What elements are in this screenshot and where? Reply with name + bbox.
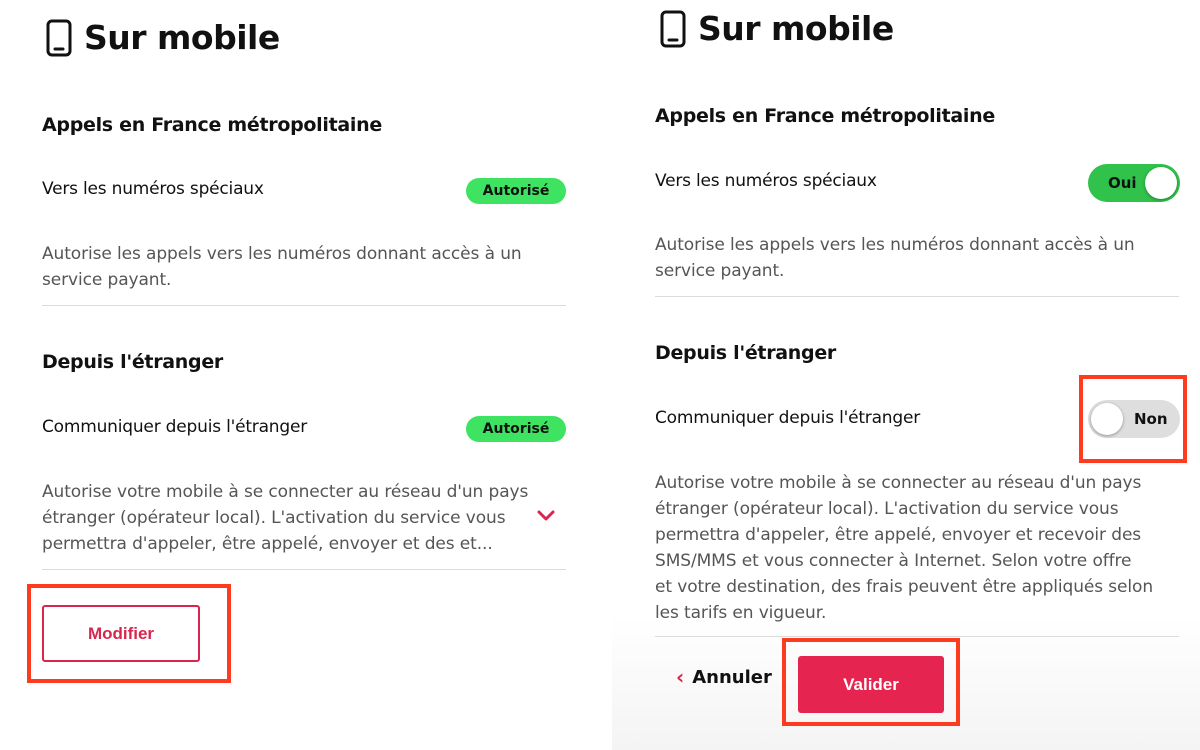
desc-line: permettra d'appeler, être appelé, envoye… [42,534,493,554]
chevron-left-icon: ‹ [676,665,685,689]
abroad-communication-status-badge: Autorisé [466,416,566,442]
title-row: Sur mobile [660,9,894,48]
desc-line: les tarifs en vigueur. [655,603,827,623]
special-numbers-toggle[interactable]: Oui [1088,164,1180,202]
divider [655,636,1179,637]
desc-line: permettra d'appeler, être appelé, envoye… [655,525,1142,545]
desc-line: étranger (opérateur local). L'activation… [655,499,1119,519]
page-title: Sur mobile [84,18,280,57]
toggle-label: Non [1134,410,1168,428]
modify-button[interactable]: Modifier [42,605,200,662]
desc-line: SMS/MMS et vous connecter à Internet. Se… [655,551,1132,571]
desc-line: Autorise les appels vers les numéros don… [42,244,522,264]
right-panel: Sur mobile Appels en France métropolitai… [612,0,1200,750]
desc-line: service payant. [42,270,172,290]
special-numbers-status-badge: Autorisé [466,178,566,204]
cancel-link-label: Annuler [692,666,772,688]
abroad-communication-toggle[interactable]: Non [1088,400,1180,438]
page-title: Sur mobile [698,9,894,48]
desc-line: service payant. [655,261,785,281]
mobile-phone-icon [660,10,686,47]
section-heading-abroad: Depuis l'étranger [42,351,223,373]
section-heading-france: Appels en France métropolitaine [42,114,382,136]
desc-line: Autorise votre mobile à se connecter au … [42,482,529,502]
divider [42,305,566,306]
toggle-knob [1091,403,1123,435]
special-numbers-description: Autorise les appels vers les numéros don… [655,232,1135,284]
abroad-communication-description: Autorise votre mobile à se connecter au … [655,470,1153,626]
title-row: Sur mobile [46,18,280,57]
section-heading-abroad: Depuis l'étranger [655,342,836,364]
mobile-phone-icon [46,19,72,56]
divider [655,296,1179,297]
toggle-label: Oui [1108,174,1137,192]
special-numbers-description: Autorise les appels vers les numéros don… [42,241,522,293]
validate-button[interactable]: Valider [798,656,944,713]
section-heading-france: Appels en France métropolitaine [655,105,995,127]
special-numbers-label: Vers les numéros spéciaux [655,171,877,191]
divider [42,569,566,570]
cancel-link[interactable]: ‹ Annuler [676,665,772,689]
desc-line: Autorise les appels vers les numéros don… [655,235,1135,255]
left-panel: Sur mobile Appels en France métropolitai… [0,0,600,750]
toggle-knob [1145,167,1177,199]
abroad-communication-description: Autorise votre mobile à se connecter au … [42,479,528,557]
desc-line: étranger (opérateur local). L'activation… [42,508,506,528]
desc-line: et votre destination, des frais peuvent … [655,577,1154,597]
chevron-down-icon[interactable] [536,509,556,523]
abroad-communication-label: Communiquer depuis l'étranger [655,408,921,428]
special-numbers-label: Vers les numéros spéciaux [42,179,264,199]
desc-line: Autorise votre mobile à se connecter au … [655,473,1142,493]
abroad-communication-label: Communiquer depuis l'étranger [42,417,308,437]
